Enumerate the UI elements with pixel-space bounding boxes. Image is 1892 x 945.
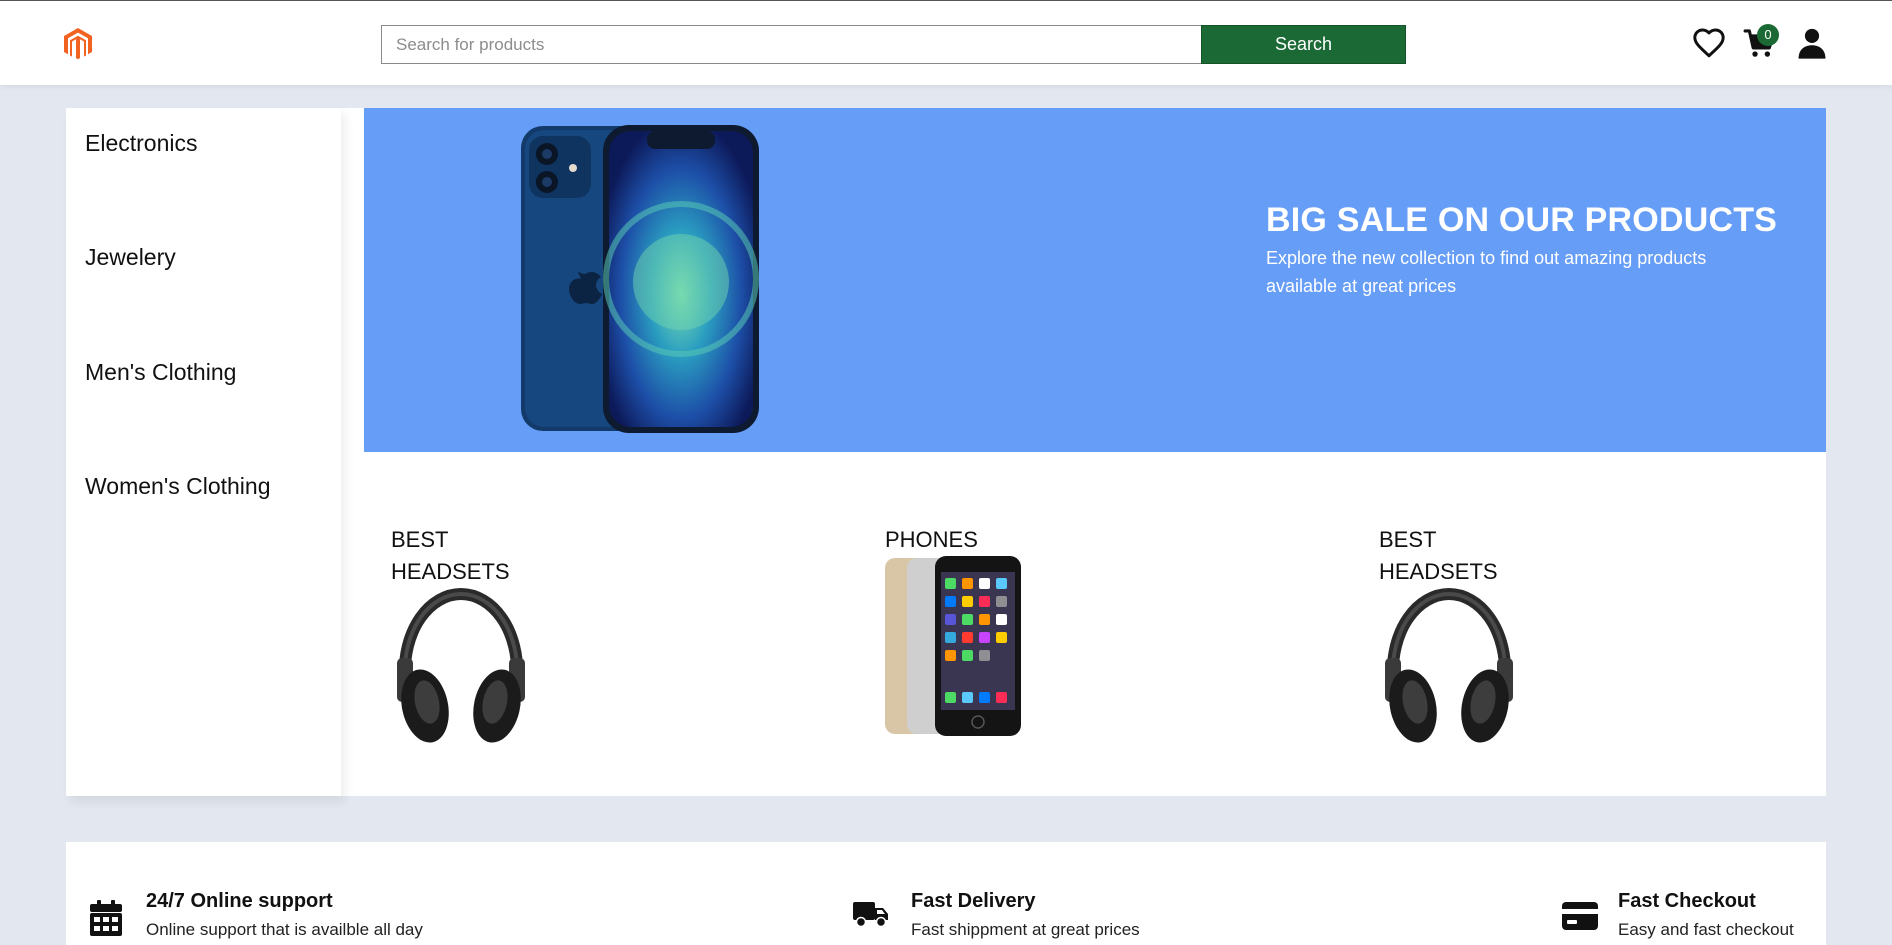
magento-logo-icon[interactable] <box>63 27 93 61</box>
promo-tile-headsets[interactable]: BEST HEADSETS <box>391 524 691 754</box>
promo-tile-phones[interactable]: PHONES <box>885 524 1185 754</box>
promo-tile-headsets[interactable]: BEST HEADSETS <box>1379 524 1679 754</box>
search-input[interactable] <box>381 25 1201 64</box>
feature-description: Easy and fast checkout <box>1618 920 1794 939</box>
top-navigation-bar: Search 0 <box>0 0 1892 85</box>
category-sidebar: Electronics Jewelery Men's Clothing Wome… <box>66 108 341 796</box>
search-bar: Search <box>381 25 1406 64</box>
tile-label-line2: HEADSETS <box>391 559 510 584</box>
credit-card-icon <box>1562 902 1598 930</box>
headphones-image <box>1385 587 1513 743</box>
feature-title: Fast Delivery <box>911 890 1036 912</box>
tile-label-line1: BEST <box>391 527 449 552</box>
feature-description: Online support that is availble all day <box>146 920 423 939</box>
feature-description: Fast shippment at great prices <box>911 920 1140 939</box>
user-icon[interactable] <box>1795 26 1829 60</box>
tile-label-line2: HEADSETS <box>1379 559 1498 584</box>
cart-count-badge: 0 <box>1757 24 1779 46</box>
feature-title: Fast Checkout <box>1618 890 1756 912</box>
headphones-image <box>397 587 525 743</box>
search-button[interactable]: Search <box>1201 25 1406 64</box>
sale-banner[interactable]: BIG SALE ON OUR PRODUCTS Explore the new… <box>364 108 1826 452</box>
feature-title: 24/7 Online support <box>146 890 333 912</box>
tile-label-line1: BEST <box>1379 527 1437 552</box>
banner-title: BIG SALE ON OUR PRODUCTS <box>1266 201 1778 239</box>
sidebar-item-womens-clothing[interactable]: Women's Clothing <box>85 473 271 500</box>
tile-label-line1: PHONES <box>885 527 978 552</box>
sidebar-item-mens-clothing[interactable]: Men's Clothing <box>85 359 236 386</box>
iphone-12-image <box>521 125 759 433</box>
heart-icon[interactable] <box>1692 26 1726 60</box>
sidebar-item-electronics[interactable]: Electronics <box>85 130 197 157</box>
banner-subtitle: Explore the new collection to find out a… <box>1266 248 1707 296</box>
sidebar-item-jewelery[interactable]: Jewelery <box>85 244 176 271</box>
calendar-icon <box>90 900 122 936</box>
features-strip: 24/7 Online support Online support that … <box>66 842 1826 945</box>
truck-icon <box>853 902 888 928</box>
iphone-6-image <box>885 556 1021 736</box>
